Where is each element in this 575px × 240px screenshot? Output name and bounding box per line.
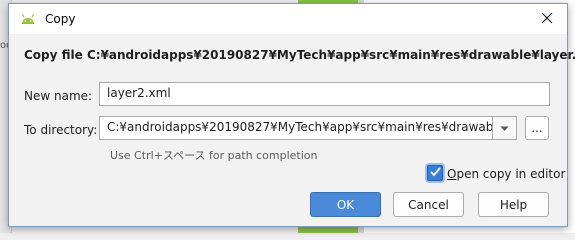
path-completion-hint: Use Ctrl+スペース for path completion bbox=[110, 149, 318, 162]
chevron-down-icon bbox=[500, 121, 509, 135]
dialog-title: Copy bbox=[45, 12, 76, 26]
directory-dropdown-button[interactable] bbox=[493, 116, 517, 140]
new-name-input[interactable]: layer2.xml bbox=[99, 82, 550, 106]
browse-button[interactable]: ... bbox=[525, 116, 549, 140]
copy-file-header: Copy file C:¥androidapps¥20190827¥MyTech… bbox=[24, 48, 575, 62]
new-name-label: New name: bbox=[24, 89, 93, 103]
open-copy-label-rest: pen copy in editor bbox=[456, 167, 566, 181]
help-button[interactable]: Help bbox=[478, 192, 549, 217]
ok-button[interactable]: OK bbox=[310, 192, 381, 217]
close-icon bbox=[541, 12, 553, 27]
dialog-content: Copy file C:¥androidapps¥20190827¥MyTech… bbox=[9, 34, 575, 226]
cancel-button[interactable]: Cancel bbox=[393, 192, 464, 217]
close-button[interactable] bbox=[527, 4, 567, 34]
to-directory-label: To directory: bbox=[24, 123, 98, 137]
open-copy-label[interactable]: Open copy in editor bbox=[447, 167, 565, 181]
checkmark-icon bbox=[429, 166, 441, 180]
copy-dialog: Copy Copy file C:¥androidapps¥20190827¥M… bbox=[8, 3, 575, 227]
title-bar[interactable]: Copy bbox=[9, 4, 567, 34]
android-icon bbox=[20, 12, 36, 26]
open-copy-checkbox[interactable] bbox=[427, 165, 443, 181]
to-directory-input[interactable]: C:¥androidapps¥20190827¥MyTech¥app¥src¥m… bbox=[99, 116, 493, 140]
